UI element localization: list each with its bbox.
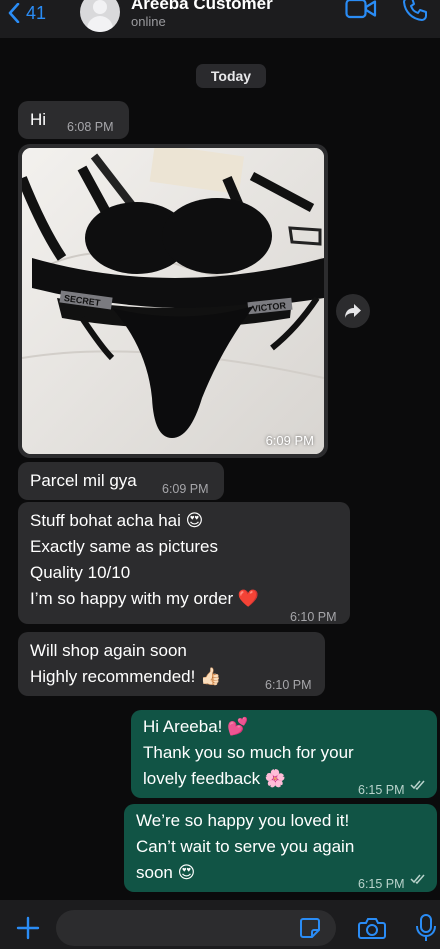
message-time: 6:15 PM <box>358 783 405 797</box>
microphone-icon[interactable] <box>416 914 436 942</box>
message-text: I’m so happy with my order ❤️ <box>30 589 260 608</box>
message-text: Hi <box>30 110 47 129</box>
read-receipt-icon <box>410 780 425 790</box>
forward-button[interactable] <box>336 294 370 328</box>
chevron-left-icon <box>8 3 20 23</box>
message-text: Highly recommended! 👍🏻 <box>30 667 222 686</box>
forward-icon <box>345 304 361 318</box>
message-text: We’re so happy you loved it! <box>136 811 350 830</box>
avatar[interactable] <box>80 0 120 32</box>
message-bubble-outgoing[interactable]: Hi Areeba! 💕 Thank you so much for your … <box>131 710 437 798</box>
plus-icon[interactable] <box>16 916 40 940</box>
message-time: 6:09 PM <box>162 482 209 496</box>
message-time: 6:09 PM <box>265 433 314 448</box>
unread-count: 41 <box>26 2 47 23</box>
message-text: Parcel mil gya <box>30 471 137 490</box>
message-time: 6:10 PM <box>265 678 312 692</box>
message-text: Will shop again soon <box>30 641 187 660</box>
message-time: 6:15 PM <box>358 877 405 891</box>
message-text: Exactly same as pictures <box>30 537 219 556</box>
message-text: Stuff bohat acha hai 😍 <box>30 511 204 530</box>
message-text: Can’t wait to serve you again <box>136 837 355 856</box>
video-call-icon[interactable] <box>345 0 377 20</box>
contact-name[interactable]: Areeba Customer <box>131 0 273 14</box>
message-text: Quality 10/10 <box>30 563 131 582</box>
photo-attachment[interactable]: SECRET VICTOR 6:09 PM <box>22 148 324 454</box>
sticker-icon[interactable] <box>298 916 322 940</box>
message-time: 6:08 PM <box>67 120 114 134</box>
message-text: Thank you so much for your <box>143 743 354 762</box>
date-separator: Today <box>196 64 266 88</box>
image-message[interactable]: SECRET VICTOR 6:09 PM <box>18 144 328 458</box>
back-button[interactable]: 41 <box>8 0 46 26</box>
read-receipt-icon <box>410 874 425 884</box>
message-bubble[interactable]: Will shop again soon Highly recommended!… <box>18 632 325 696</box>
message-bubble[interactable]: Stuff bohat acha hai 😍 Exactly same as p… <box>18 502 350 624</box>
message-input[interactable] <box>56 910 336 946</box>
message-bubble-outgoing[interactable]: We’re so happy you loved it! Can’t wait … <box>124 804 437 892</box>
message-bubble[interactable]: Hi 6:08 PM <box>18 101 129 139</box>
message-text: lovely feedback 🌸 <box>143 769 287 788</box>
chat-header: 41 Areeba Customer online <box>0 0 440 38</box>
camera-icon[interactable] <box>358 916 386 940</box>
product-photo: SECRET VICTOR <box>22 148 324 454</box>
message-text: Hi Areeba! 💕 <box>143 717 249 736</box>
message-time: 6:10 PM <box>290 610 337 624</box>
message-text: soon 😍 <box>136 863 196 882</box>
composer-bar <box>0 900 440 949</box>
contact-status: online <box>131 14 166 29</box>
message-list[interactable]: Today Hi 6:08 PM SECRET VICTOR 6:09 PM P… <box>0 38 440 900</box>
phone-icon[interactable] <box>402 0 428 22</box>
message-bubble[interactable]: Parcel mil gya 6:09 PM <box>18 462 224 500</box>
